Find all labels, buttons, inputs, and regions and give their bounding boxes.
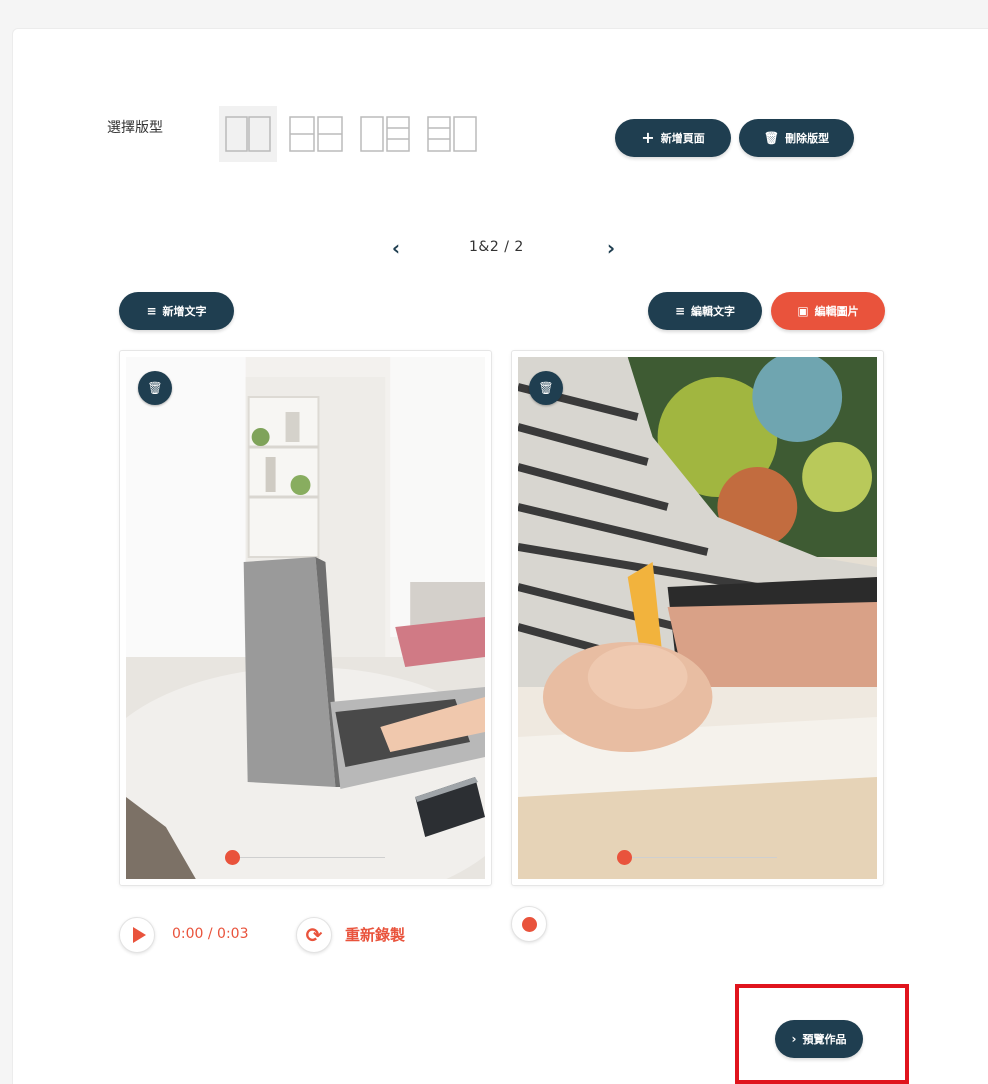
audio-handle-right[interactable] [617, 850, 632, 865]
play-icon [132, 927, 146, 943]
page-image-right[interactable] [518, 357, 877, 879]
audio-time: 0:00 / 0:03 [172, 926, 249, 942]
layout-picker-label: 選擇版型 [107, 120, 163, 136]
record-button[interactable] [511, 906, 547, 942]
delete-layout-label: 刪除版型 [785, 132, 830, 145]
page-total: 2 [514, 239, 524, 255]
delete-image-button-left[interactable]: 🗑 [138, 371, 172, 405]
text-lines-icon: ≡ [674, 304, 686, 318]
page-image-left[interactable] [126, 357, 485, 879]
image-file-icon: ▣ [797, 304, 809, 318]
layout-option-triple-single[interactable] [423, 106, 481, 162]
play-button[interactable] [119, 917, 155, 953]
trash-icon: 🗑 [763, 131, 780, 145]
edit-image-button[interactable]: ▣ 編輯圖片 [771, 292, 885, 330]
audio-track-right[interactable] [625, 857, 777, 858]
plus-icon: + [641, 128, 655, 147]
audio-handle-left[interactable] [225, 850, 240, 865]
prev-page-button[interactable]: ‹ [384, 236, 408, 260]
rerecord-button[interactable]: ⟳ [296, 917, 332, 953]
trash-icon: 🗑 [147, 381, 163, 395]
add-page-label: 新增頁面 [660, 132, 705, 145]
edit-image-label: 編輯圖片 [814, 305, 859, 318]
page-separator: / [504, 239, 510, 255]
next-page-button[interactable]: › [599, 236, 623, 260]
chevron-right-icon: › [791, 1032, 797, 1046]
add-page-button[interactable]: + 新增頁面 [615, 119, 731, 157]
page-indicator: 1&2 / 2 [469, 239, 524, 255]
chevron-right-icon: › [606, 236, 616, 260]
add-text-button[interactable]: ≡ 新增文字 [119, 292, 234, 330]
page-frame-left [119, 350, 492, 886]
layout-option-single-triple[interactable] [356, 106, 414, 162]
rerecord-label[interactable]: 重新錄製 [345, 924, 405, 945]
preview-button[interactable]: › 預覽作品 [775, 1020, 863, 1058]
refresh-icon: ⟳ [305, 923, 323, 947]
trash-icon: 🗑 [538, 381, 554, 395]
preview-label: 預覽作品 [802, 1033, 847, 1046]
page-frame-right [511, 350, 884, 886]
delete-image-button-right[interactable]: 🗑 [529, 371, 563, 405]
edit-text-label: 編輯文字 [691, 305, 736, 318]
chevron-left-icon: ‹ [391, 236, 401, 260]
add-text-label: 新增文字 [162, 305, 207, 318]
delete-layout-button[interactable]: 🗑 刪除版型 [739, 119, 854, 157]
layout-option-split-quad[interactable] [287, 106, 345, 162]
layout-option-two-columns[interactable] [219, 106, 277, 162]
record-icon [521, 916, 537, 932]
page-current: 1&2 [469, 239, 500, 255]
edit-text-button[interactable]: ≡ 編輯文字 [648, 292, 762, 330]
text-lines-icon: ≡ [146, 304, 157, 318]
audio-track-left[interactable] [233, 857, 385, 858]
